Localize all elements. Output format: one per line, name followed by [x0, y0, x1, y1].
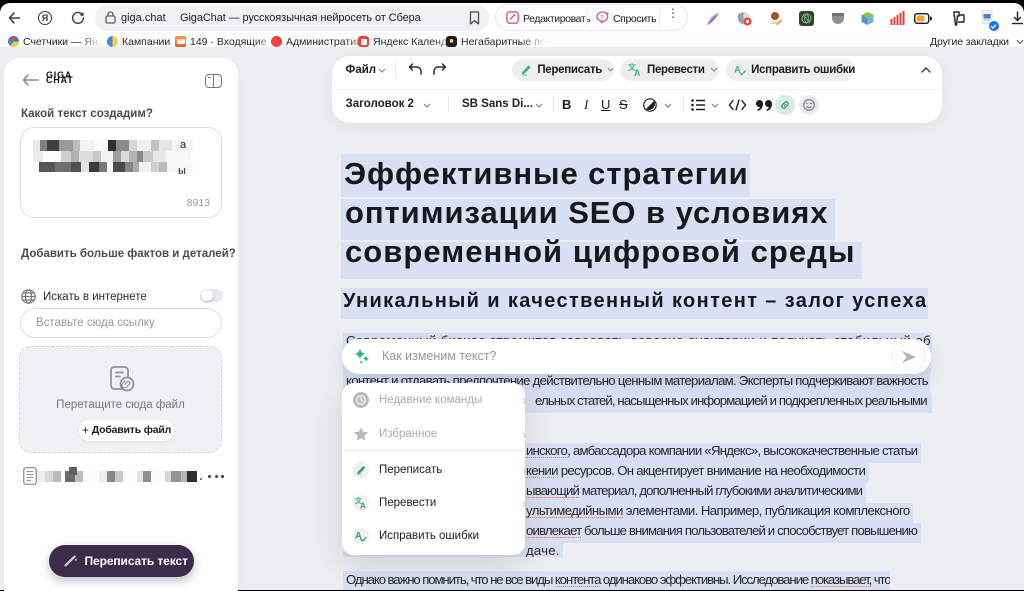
- svg-text:A: A: [634, 68, 641, 77]
- svg-text:A: A: [360, 502, 366, 510]
- svg-text:?: ?: [600, 15, 604, 22]
- svg-text:A: A: [734, 64, 741, 75]
